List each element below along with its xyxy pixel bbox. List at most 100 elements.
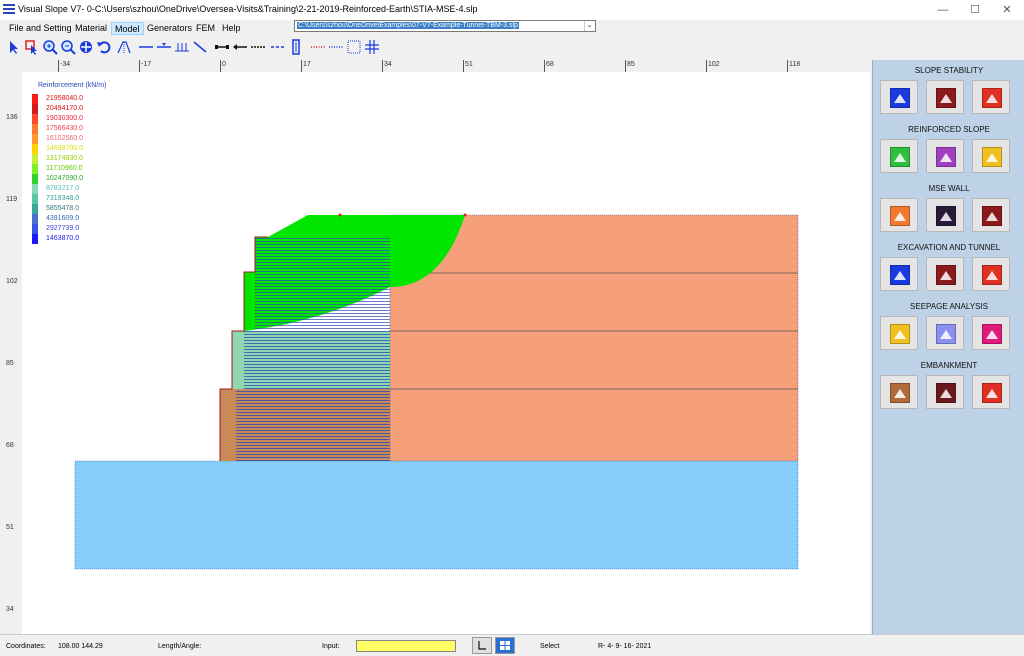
mse-wall-dark-icon bbox=[936, 206, 956, 226]
snap-grid-icon bbox=[500, 641, 510, 650]
dotted-box-icon[interactable] bbox=[346, 39, 362, 55]
legend-value: 20494170.0 bbox=[46, 105, 83, 112]
legend-row: 13174830.0 bbox=[32, 154, 152, 164]
legend-swatch bbox=[32, 154, 38, 164]
ortho-toggle-button[interactable] bbox=[472, 637, 492, 654]
chevron-down-icon[interactable]: ⌄ bbox=[584, 21, 594, 31]
foundation-soil[interactable] bbox=[74, 460, 799, 570]
anchor-icon[interactable] bbox=[214, 39, 230, 55]
zoom-in-icon[interactable] bbox=[42, 39, 58, 55]
embankment-brown-button[interactable] bbox=[880, 375, 918, 409]
maximize-button[interactable]: ☐ bbox=[960, 2, 990, 18]
dotted-hline-icon[interactable] bbox=[328, 39, 344, 55]
legend-value: 21958040.0 bbox=[46, 95, 83, 102]
ruler-label: 136 bbox=[6, 114, 18, 121]
legend-value: 7319348.0 bbox=[46, 195, 80, 202]
reinforced-slope-purple-icon bbox=[936, 147, 956, 167]
reinforcement-grid-middle bbox=[244, 331, 390, 389]
legend-value: 17566430.0 bbox=[46, 125, 83, 132]
legend-swatch bbox=[32, 174, 38, 184]
ruler-label: 68 bbox=[6, 442, 14, 449]
file-path-dropdown[interactable]: C:\Users\szhou\OneDrive\Examples\07-V7-E… bbox=[294, 20, 596, 32]
slope-stability-icon bbox=[890, 88, 910, 108]
seepage-blue-icon bbox=[936, 324, 956, 344]
geogrid-icon[interactable] bbox=[250, 39, 266, 55]
model-canvas[interactable]: Reinforcement (kN/m) 21958040.0 20494170.… bbox=[22, 72, 870, 634]
legend-row: 17566430.0 bbox=[32, 124, 152, 134]
undo-icon[interactable] bbox=[96, 39, 112, 55]
load-arrow-icon[interactable] bbox=[232, 39, 248, 55]
mse-wall-red-button[interactable] bbox=[972, 198, 1010, 232]
legend-swatch bbox=[32, 184, 38, 194]
column-icon[interactable] bbox=[288, 39, 304, 55]
piles-icon[interactable] bbox=[174, 39, 190, 55]
select-node-icon[interactable] bbox=[24, 39, 40, 55]
close-button[interactable]: ✕ bbox=[992, 2, 1022, 18]
slope-stability-button[interactable] bbox=[880, 80, 918, 114]
minimize-button[interactable]: — bbox=[928, 2, 958, 18]
section-heading: MSE WALL bbox=[928, 184, 970, 193]
menu-fem[interactable]: FEM bbox=[193, 22, 218, 35]
ruler-label: 85 bbox=[627, 61, 635, 68]
menu-material[interactable]: Material bbox=[72, 22, 110, 35]
legend-row: 16102560.0 bbox=[32, 134, 152, 144]
slope-icon[interactable] bbox=[116, 39, 132, 55]
legend-value: 1463870.0 bbox=[46, 235, 80, 242]
reinforced-slope-green-button[interactable] bbox=[880, 139, 918, 173]
dotted-line-icon[interactable] bbox=[310, 39, 326, 55]
slope-profile-button[interactable] bbox=[926, 80, 964, 114]
legend-swatch bbox=[32, 204, 38, 214]
reinforced-slope-yellow-button[interactable] bbox=[972, 139, 1010, 173]
line-icon[interactable] bbox=[138, 39, 154, 55]
seepage-yellow-button[interactable] bbox=[880, 316, 918, 350]
legend-value: 16102560.0 bbox=[46, 135, 83, 142]
snap-toggle-button[interactable] bbox=[495, 637, 515, 654]
menu-generators[interactable]: Generators bbox=[144, 22, 195, 35]
excavation-wall-button[interactable] bbox=[926, 257, 964, 291]
input-field[interactable] bbox=[356, 640, 456, 652]
slope-slip-button[interactable] bbox=[972, 80, 1010, 114]
mse-wall-orange-button[interactable] bbox=[880, 198, 918, 232]
ruler-tick bbox=[220, 60, 221, 72]
reinforcement-grid-upper bbox=[255, 237, 390, 331]
diagonal-line-icon[interactable] bbox=[192, 39, 208, 55]
retained-fill[interactable] bbox=[389, 214, 799, 462]
toolbar bbox=[0, 36, 1024, 58]
ruler-tick bbox=[382, 60, 383, 72]
legend-row: 11710960.0 bbox=[32, 164, 152, 174]
ruler-label: -34 bbox=[60, 61, 71, 68]
legend-swatch bbox=[32, 134, 38, 144]
reinforced-slope-purple-button[interactable] bbox=[926, 139, 964, 173]
slope-slip-icon bbox=[982, 88, 1002, 108]
length-angle-label: Length/Angle: bbox=[158, 643, 202, 650]
menu-model[interactable]: Model bbox=[111, 22, 144, 35]
legend-swatch bbox=[32, 144, 38, 154]
select-mode-label: Select bbox=[540, 643, 560, 650]
legend-row: 5855478.0 bbox=[32, 204, 152, 214]
select-arrow-icon[interactable] bbox=[6, 39, 22, 55]
seepage-blue-button[interactable] bbox=[926, 316, 964, 350]
ruler-label: 102 bbox=[6, 278, 18, 285]
excavation-snow-button[interactable] bbox=[880, 257, 918, 291]
pan-icon[interactable] bbox=[78, 39, 94, 55]
legend-row: 4391609.0 bbox=[32, 214, 152, 224]
water-table-icon[interactable] bbox=[156, 39, 172, 55]
seepage-pink-button[interactable] bbox=[972, 316, 1010, 350]
mse-wall-dark-button[interactable] bbox=[926, 198, 964, 232]
ruler-label: 68 bbox=[546, 61, 554, 68]
grid-icon[interactable] bbox=[364, 39, 380, 55]
embankment-dark-button[interactable] bbox=[926, 375, 964, 409]
zoom-out-icon[interactable] bbox=[60, 39, 76, 55]
excavation-snow-icon bbox=[890, 265, 910, 285]
menu-help[interactable]: Help bbox=[219, 22, 244, 35]
menu-file-and-setting[interactable]: File and Setting bbox=[6, 22, 75, 35]
dashed-line-icon[interactable] bbox=[270, 39, 286, 55]
ortho-icon bbox=[478, 641, 486, 650]
reinforced-slope-green-icon bbox=[890, 147, 910, 167]
legend-swatch bbox=[32, 104, 38, 114]
ruler-top: -34 -17 0 17 34 51 68 85 102 118 bbox=[0, 60, 870, 72]
tunnel-button[interactable] bbox=[972, 257, 1010, 291]
embankment-pile-button[interactable] bbox=[972, 375, 1010, 409]
legend-value: 13174830.0 bbox=[46, 155, 83, 162]
legend-row: 14638700.0 bbox=[32, 144, 152, 154]
